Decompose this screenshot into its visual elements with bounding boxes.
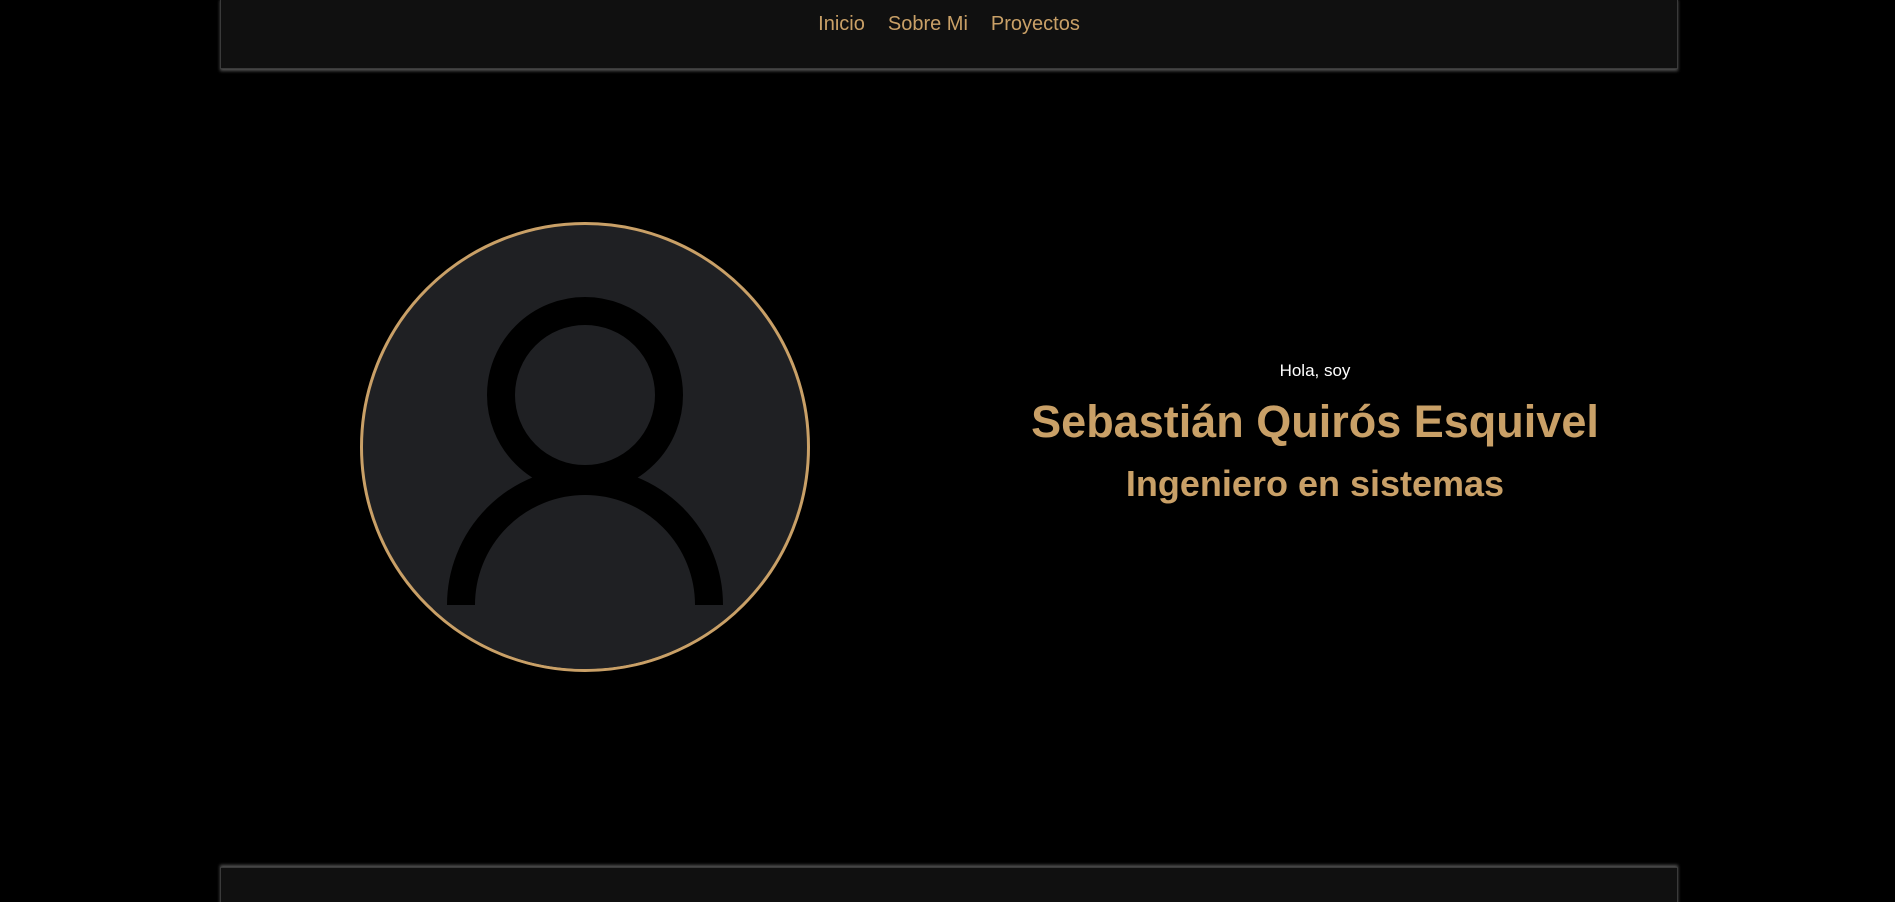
user-placeholder-icon xyxy=(433,297,737,669)
hero-intro: Hola, soy Sebastián Quirós Esquivel Inge… xyxy=(990,360,1640,506)
avatar xyxy=(360,222,810,672)
nav-link-sobre-mi[interactable]: Sobre Mi xyxy=(888,12,968,36)
nav-links: Inicio Sobre Mi Proyectos xyxy=(221,12,1677,36)
footer-bar xyxy=(220,867,1678,902)
nav-link-inicio[interactable]: Inicio xyxy=(818,12,865,36)
page: Inicio Sobre Mi Proyectos Hola, soy Seba… xyxy=(0,0,1895,902)
hero-role: Ingeniero en sistemas xyxy=(1125,463,1505,504)
greeting-text: Hola, soy xyxy=(1279,361,1351,380)
hero-name: Sebastián Quirós Esquivel xyxy=(1031,396,1599,447)
nav-link-proyectos[interactable]: Proyectos xyxy=(991,12,1080,36)
navbar: Inicio Sobre Mi Proyectos xyxy=(220,0,1678,69)
